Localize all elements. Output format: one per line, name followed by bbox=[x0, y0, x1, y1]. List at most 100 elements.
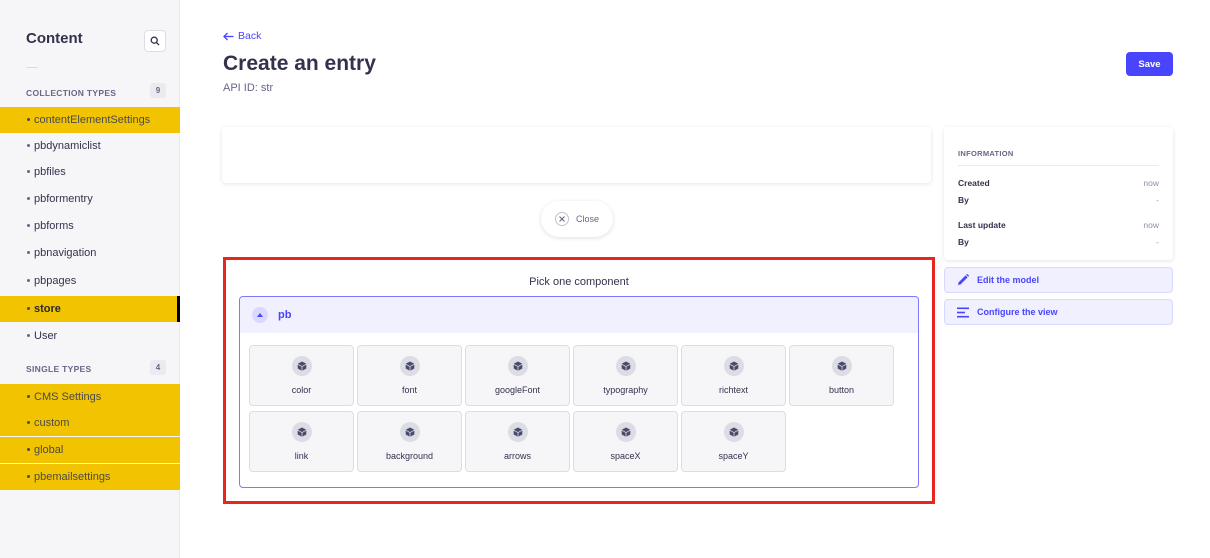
sidebar-item-pbdynamiclist[interactable]: pbdynamiclist bbox=[0, 133, 180, 159]
bullet-icon bbox=[27, 224, 30, 227]
cube-icon bbox=[291, 422, 312, 442]
sidebar-item-custom[interactable]: custom bbox=[0, 410, 180, 436]
sidebar-item-label: User bbox=[34, 330, 58, 342]
cube-icon bbox=[399, 422, 420, 442]
single-types-count: 4 bbox=[150, 360, 166, 375]
component-label: link bbox=[294, 451, 309, 461]
component-label: button bbox=[828, 385, 855, 395]
component-label: googleFont bbox=[494, 385, 541, 395]
single-types-heading: SINGLE TYPES bbox=[26, 364, 92, 374]
cube-icon bbox=[507, 356, 528, 376]
bullet-icon bbox=[27, 448, 30, 451]
sidebar-item-pbforms[interactable]: pbforms bbox=[0, 213, 180, 239]
close-button[interactable]: Close bbox=[541, 201, 613, 237]
sidebar-item-contentelementsettings[interactable]: contentElementSettings bbox=[0, 107, 180, 133]
cube-icon bbox=[615, 356, 636, 376]
component-typography[interactable]: typography bbox=[573, 345, 678, 406]
info-key: Last update bbox=[958, 220, 1006, 230]
component-googlefont[interactable]: googleFont bbox=[465, 345, 570, 406]
bullet-icon bbox=[27, 421, 30, 424]
component-spacex[interactable]: spaceX bbox=[573, 411, 678, 472]
info-key: Created bbox=[958, 178, 990, 188]
cube-icon bbox=[507, 422, 528, 442]
component-label: spaceY bbox=[718, 451, 749, 461]
cube-icon bbox=[723, 356, 744, 376]
page-title: Create an entry bbox=[223, 52, 376, 75]
bullet-icon bbox=[27, 334, 30, 337]
sidebar-item-pbformentry[interactable]: pbformentry bbox=[0, 186, 180, 212]
cube-icon bbox=[615, 422, 636, 442]
sidebar-item-label: pbforms bbox=[34, 220, 74, 232]
bullet-icon bbox=[27, 170, 30, 173]
component-label: spaceX bbox=[610, 451, 641, 461]
category-label: pb bbox=[278, 309, 292, 321]
bullet-icon bbox=[27, 279, 30, 282]
bullet-icon bbox=[27, 251, 30, 254]
info-row-created-by: By - bbox=[958, 195, 1159, 205]
sidebar-item-cms-settings[interactable]: CMS Settings bbox=[0, 384, 180, 410]
configure-view-button[interactable]: Configure the view bbox=[944, 299, 1173, 325]
component-label: font bbox=[401, 385, 417, 395]
component-color[interactable]: color bbox=[249, 345, 354, 406]
information-panel: INFORMATION Created now By - Last update… bbox=[944, 127, 1173, 260]
cube-icon bbox=[723, 422, 744, 442]
component-label: color bbox=[291, 385, 312, 395]
component-spacey[interactable]: spaceY bbox=[681, 411, 786, 472]
sidebar-item-label: CMS Settings bbox=[34, 391, 102, 403]
info-row-created: Created now bbox=[958, 178, 1159, 188]
category-header-pb[interactable]: pb bbox=[240, 297, 918, 333]
bullet-icon bbox=[27, 197, 30, 200]
component-arrows[interactable]: arrows bbox=[465, 411, 570, 472]
sidebar-item-user[interactable]: User bbox=[0, 323, 180, 349]
bullet-icon bbox=[27, 475, 30, 478]
info-value: now bbox=[1143, 220, 1159, 230]
sidebar-item-store[interactable]: store bbox=[0, 296, 180, 322]
edit-model-button[interactable]: Edit the model bbox=[944, 267, 1173, 293]
arrow-left-icon bbox=[223, 32, 234, 40]
back-label: Back bbox=[238, 30, 262, 42]
list-settings-icon bbox=[957, 307, 969, 317]
component-button[interactable]: button bbox=[789, 345, 894, 406]
info-row-last-update: Last update now bbox=[958, 220, 1159, 230]
bullet-icon bbox=[27, 307, 30, 310]
save-button[interactable]: Save bbox=[1126, 52, 1173, 76]
bullet-icon bbox=[27, 144, 30, 147]
info-key: By bbox=[958, 195, 969, 205]
back-link[interactable]: Back bbox=[223, 30, 261, 42]
collection-types-heading: COLLECTION TYPES bbox=[26, 88, 117, 98]
sidebar-search-button[interactable] bbox=[144, 30, 166, 52]
collection-types-count: 9 bbox=[150, 83, 166, 98]
sidebar-item-pbemailsettings[interactable]: pbemailsettings bbox=[0, 464, 180, 490]
sidebar-item-label: custom bbox=[34, 417, 70, 429]
component-category-accordion: pb color font googleFont typography rich… bbox=[239, 296, 919, 488]
dynamic-zone-card bbox=[222, 127, 931, 183]
sidebar-title: Content bbox=[26, 30, 83, 47]
sidebar-item-label: global bbox=[34, 444, 64, 456]
chevron-up-icon[interactable] bbox=[252, 307, 268, 323]
information-divider bbox=[958, 165, 1159, 166]
information-title: INFORMATION bbox=[958, 149, 1014, 158]
cube-icon bbox=[399, 356, 420, 376]
info-value: - bbox=[1156, 195, 1159, 205]
sidebar-item-label: pbfiles bbox=[34, 166, 66, 178]
sidebar-item-pbfiles[interactable]: pbfiles bbox=[0, 159, 180, 185]
close-label: Close bbox=[575, 214, 599, 224]
component-link[interactable]: link bbox=[249, 411, 354, 472]
sidebar-item-label: pbpages bbox=[34, 275, 77, 287]
configure-view-label: Configure the view bbox=[977, 307, 1058, 317]
bullet-icon bbox=[27, 395, 30, 398]
pencil-icon bbox=[958, 274, 969, 285]
component-font[interactable]: font bbox=[357, 345, 462, 406]
component-background[interactable]: background bbox=[357, 411, 462, 472]
bullet-icon bbox=[27, 118, 30, 121]
search-icon bbox=[150, 36, 160, 46]
component-richtext[interactable]: richtext bbox=[681, 345, 786, 406]
picker-title: Pick one component bbox=[529, 276, 629, 288]
component-label: background bbox=[385, 451, 434, 461]
component-label: arrows bbox=[503, 451, 531, 461]
sidebar-item-global[interactable]: global bbox=[0, 437, 180, 463]
sidebar-item-label: pbformentry bbox=[34, 193, 93, 205]
sidebar-item-pbnavigation[interactable]: pbnavigation bbox=[0, 240, 180, 266]
sidebar-item-pbpages[interactable]: pbpages bbox=[0, 268, 180, 294]
sidebar-divider bbox=[26, 67, 38, 68]
